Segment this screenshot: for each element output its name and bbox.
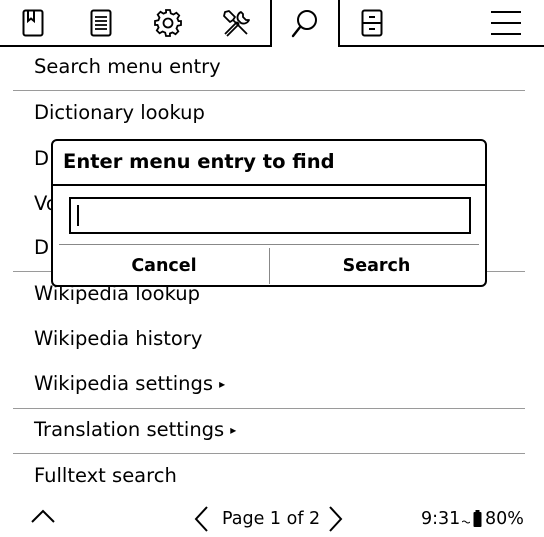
tab-tools[interactable] — [214, 0, 258, 46]
document-list-icon — [90, 9, 112, 37]
dialog-button-separator — [59, 244, 479, 245]
menu-separator — [13, 453, 525, 454]
battery-percentage: 80% — [485, 509, 524, 529]
menu-item-wikipedia-history[interactable]: Wikipedia history — [34, 327, 202, 351]
submenu-arrow-icon: ▸ — [219, 377, 226, 391]
menu-separator — [13, 90, 525, 91]
top-tab-bar — [0, 0, 544, 47]
tab-contents[interactable] — [80, 0, 122, 46]
menu-item-dictionary-partial-1[interactable]: D — [34, 147, 49, 171]
menu-item-label: Search menu entry — [34, 55, 221, 78]
page-indicator[interactable]: Page 1 of 2 — [222, 508, 320, 530]
menu-item-label: Wikipedia settings — [34, 372, 214, 395]
menu-item-search-menu-entry[interactable]: Search menu entry — [34, 55, 221, 79]
chevron-right-icon[interactable] — [327, 505, 345, 537]
find-menu-entry-dialog: Enter menu entry to find Cancel Search — [51, 139, 487, 287]
menu-item-label: Fulltext search — [34, 464, 177, 487]
menu-item-dictionary-partial-2[interactable]: D — [34, 236, 49, 260]
gear-icon — [153, 8, 183, 38]
menu-item-translation-settings[interactable]: Translation settings ▸ — [34, 418, 236, 442]
clock-time: 9:31 — [421, 509, 461, 529]
search-icon — [290, 8, 320, 40]
menu-item-label: Translation settings — [34, 418, 225, 441]
wifi-off-icon — [461, 512, 471, 531]
chevron-up-icon[interactable] — [30, 508, 56, 528]
menu-item-wikipedia-settings[interactable]: Wikipedia settings ▸ — [34, 372, 225, 396]
menu-separator — [13, 408, 525, 409]
menu-item-label: D — [34, 236, 50, 259]
tab-filemanager[interactable] — [351, 0, 393, 46]
dialog-title-separator — [53, 184, 485, 186]
tools-icon — [221, 8, 251, 38]
menu-item-label: Wikipedia history — [34, 327, 203, 350]
cancel-button[interactable]: Cancel — [59, 248, 269, 284]
menu-item-label: Dictionary lookup — [34, 101, 205, 124]
tab-search[interactable] — [270, 0, 340, 47]
chevron-left-icon[interactable] — [192, 505, 210, 537]
tab-main-menu[interactable] — [484, 0, 528, 46]
menu-item-fulltext-search[interactable]: Fulltext search — [34, 464, 177, 488]
filing-cabinet-icon — [361, 9, 383, 37]
search-button[interactable]: Search — [270, 248, 483, 284]
dialog-title: Enter menu entry to find — [63, 150, 335, 173]
search-input[interactable] — [69, 197, 471, 234]
battery-icon — [473, 510, 482, 531]
footer-bar: Page 1 of 2 9:31 80% — [0, 500, 544, 537]
menu-item-dictionary-lookup[interactable]: Dictionary lookup — [34, 101, 205, 125]
tab-bookmarks[interactable] — [12, 0, 54, 46]
text-cursor — [77, 205, 79, 226]
bookmark-icon — [22, 9, 44, 37]
tab-settings[interactable] — [146, 0, 190, 46]
submenu-arrow-icon: ▸ — [230, 423, 237, 437]
hamburger-menu-icon — [490, 10, 522, 36]
menu-item-label: D — [34, 147, 50, 170]
